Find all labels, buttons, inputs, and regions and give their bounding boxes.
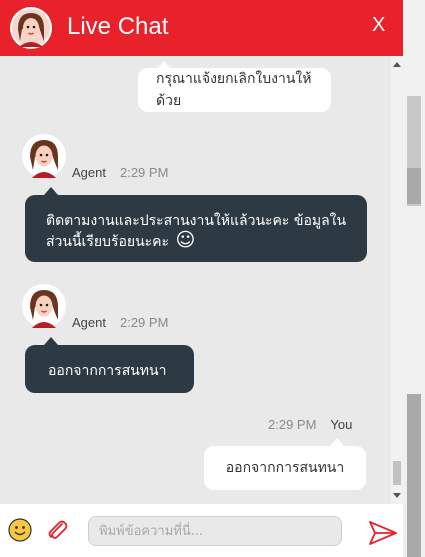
message-time: 2:29 PM (119, 315, 169, 330)
sender-name: You (330, 417, 353, 432)
user-message-bubble: กรุณาแจ้งยกเลิกใบงานให้ด้วย (138, 68, 331, 112)
sender-name: Agent (72, 315, 106, 330)
scroll-up-arrow-icon[interactable] (393, 62, 401, 67)
agent-message-bubble: ติดตามงานและประสานงานให้แล้วนะคะ ข้อมูลใ… (25, 195, 367, 262)
message-text-line: ส่วนนี้เรียบร้อยนะคะ (46, 234, 170, 250)
page-scrollbar-thumb-lower[interactable] (407, 394, 421, 557)
message-time: 2:29 PM (268, 417, 317, 432)
bubble-tail (44, 337, 58, 345)
message-meta: Agent 2:29 PM (72, 165, 168, 180)
send-icon[interactable] (368, 520, 398, 546)
message-text: ออกจากการสนทนา (225, 460, 345, 476)
bubble-tail (44, 187, 58, 195)
page-scrollbar[interactable] (403, 0, 425, 557)
message-meta: Agent 2:29 PM (72, 315, 168, 330)
sender-name: Agent (72, 165, 106, 180)
bubble-tail (330, 438, 344, 446)
page-scrollbar-thumb[interactable] (407, 168, 421, 204)
scroll-down-arrow-icon[interactable] (393, 493, 401, 498)
user-message-bubble: ออกจากการสนทนา (204, 446, 366, 490)
message-composer (0, 504, 403, 557)
agent-avatar-icon (22, 284, 66, 328)
message-input[interactable] (88, 516, 342, 546)
message-time: 2:29 PM (119, 165, 169, 180)
chat-message-list: กรุณาแจ้งยกเลิกใบงานให้ด้วย Agent 2:29 PM… (0, 56, 391, 504)
agent-avatar-icon (22, 134, 66, 178)
message-meta: 2:29 PM You (268, 417, 352, 432)
chat-header: Live Chat X (0, 0, 403, 56)
chat-scrollbar[interactable] (391, 56, 403, 504)
agent-message-bubble: ออกจากการสนทนา (25, 345, 194, 393)
avatar-icon (10, 7, 52, 49)
smiley-emoji: ☺ (175, 229, 196, 251)
emoji-icon[interactable] (8, 518, 32, 542)
paperclip-icon[interactable] (46, 518, 68, 542)
chat-title: Live Chat (67, 13, 169, 40)
message-text: ออกจากการสนทนา (48, 363, 167, 379)
scrollbar-thumb[interactable] (393, 461, 401, 485)
close-icon[interactable]: X (372, 14, 385, 37)
message-text: กรุณาแจ้งยกเลิกใบงานให้ด้วย (156, 71, 312, 109)
